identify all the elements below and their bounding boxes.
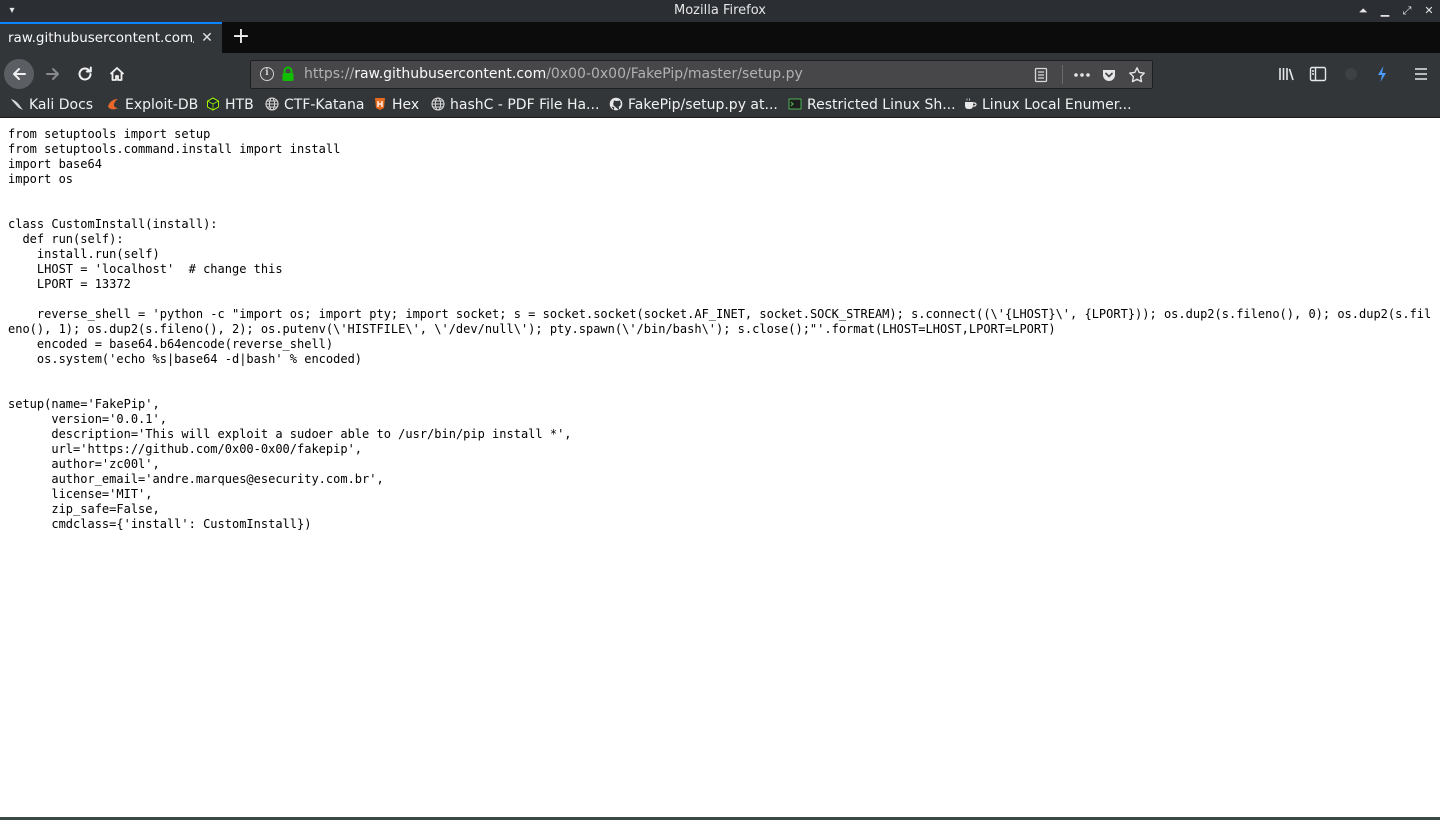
- tab-active[interactable]: raw.githubusercontent.com/0 ✕: [0, 22, 222, 53]
- tab-strip: raw.githubusercontent.com/0 ✕ +: [0, 22, 1440, 53]
- window-minimize-icon[interactable]: ▁: [1376, 0, 1394, 22]
- bookmark-hex[interactable]: Hex: [373, 95, 419, 117]
- url-path: /0x00-0x00/FakePip/master/setup.py: [546, 66, 803, 82]
- window-maximize-icon[interactable]: ⤢: [1398, 0, 1416, 22]
- bookmark-label: Linux Local Enumer...: [982, 97, 1132, 113]
- exploit-db-icon: [108, 99, 118, 110]
- hex-shield-icon: [375, 98, 385, 110]
- tab-close-icon[interactable]: ✕: [199, 30, 215, 46]
- bookmark-label: Exploit-DB: [125, 97, 199, 113]
- url-host: raw.githubusercontent.com: [354, 66, 547, 82]
- arrow-left-icon: [13, 68, 26, 80]
- url-scheme: https://: [304, 66, 355, 82]
- site-info-icon[interactable]: i: [260, 67, 274, 81]
- coffee-cup-icon: [965, 98, 977, 109]
- window-shade-icon[interactable]: ⏶: [1354, 0, 1372, 22]
- raw-source-text: from setuptools import setup from setupt…: [8, 127, 1432, 531]
- bookmark-exploit-db[interactable]: Exploit-DB: [106, 95, 198, 117]
- new-tab-button[interactable]: +: [229, 25, 253, 49]
- library-icon[interactable]: [1276, 63, 1298, 85]
- bookmark-htb[interactable]: HTB: [206, 95, 254, 117]
- address-bar[interactable]: i https://raw.githubusercontent.com/0x00…: [250, 60, 1153, 89]
- reload-button[interactable]: [70, 59, 100, 89]
- back-button[interactable]: [4, 59, 34, 89]
- reader-view-icon[interactable]: [1031, 65, 1051, 85]
- bookmark-label: Restricted Linux Sh...: [807, 97, 956, 113]
- bookmark-label: CTF-Katana: [284, 97, 365, 113]
- github-icon: [609, 97, 623, 111]
- bookmark-hashc[interactable]: hashC - PDF File Ha...: [431, 95, 599, 117]
- bookmark-label: HTB: [225, 97, 254, 113]
- globe-icon: [431, 97, 445, 111]
- bookmark-restricted-linux-shell[interactable]: Restricted Linux Sh...: [788, 95, 956, 117]
- bookmark-label: FakePip/setup.py at...: [628, 97, 778, 113]
- window-titlebar: ▾ Mozilla Firefox ⏶ ▁ ⤢ ✕: [0, 0, 1440, 22]
- bookmark-fakepip-github[interactable]: FakePip/setup.py at...: [609, 95, 778, 117]
- arrow-right-icon: [46, 68, 59, 80]
- bookmark-label: Kali Docs: [29, 97, 94, 113]
- pocket-icon[interactable]: [1099, 65, 1119, 85]
- home-icon: [109, 67, 125, 81]
- bookmark-label: Hex: [392, 97, 420, 113]
- navigation-toolbar: i https://raw.githubusercontent.com/0x00…: [0, 53, 1440, 95]
- forward-button[interactable]: [38, 59, 68, 89]
- hamburger-menu-icon[interactable]: [1410, 63, 1432, 85]
- bookmark-kali-docs[interactable]: Kali Docs: [10, 95, 93, 117]
- lock-icon[interactable]: [281, 66, 295, 82]
- home-button[interactable]: [102, 59, 132, 89]
- extension-disabled-icon[interactable]: [1340, 63, 1362, 85]
- page-content: from setuptools import setup from setupt…: [0, 119, 1440, 817]
- tab-title: raw.githubusercontent.com/0: [8, 30, 194, 46]
- htb-cube-icon: [207, 97, 219, 111]
- window-close-icon[interactable]: ✕: [1420, 0, 1438, 22]
- page-actions-icon[interactable]: [1072, 65, 1092, 85]
- bookmark-star-icon[interactable]: [1127, 65, 1147, 85]
- extension-bolt-icon[interactable]: [1371, 63, 1393, 85]
- bookmarks-toolbar: Kali Docs Exploit-DB HTB CTF-Katana Hex …: [0, 95, 1440, 118]
- terminal-icon: [788, 98, 802, 110]
- bookmark-linux-local-enum[interactable]: Linux Local Enumer...: [963, 95, 1132, 117]
- bookmark-ctf-katana[interactable]: CTF-Katana: [265, 95, 364, 117]
- url-text[interactable]: https://raw.githubusercontent.com/0x00-0…: [304, 61, 803, 88]
- bookmark-label: hashC - PDF File Ha...: [450, 97, 600, 113]
- kali-dragon-icon: [11, 99, 23, 110]
- globe-icon: [265, 97, 279, 111]
- reload-icon: [78, 66, 92, 81]
- window-title: Mozilla Firefox: [674, 3, 766, 18]
- sidebar-icon[interactable]: [1307, 63, 1329, 85]
- url-separator: [1062, 65, 1063, 84]
